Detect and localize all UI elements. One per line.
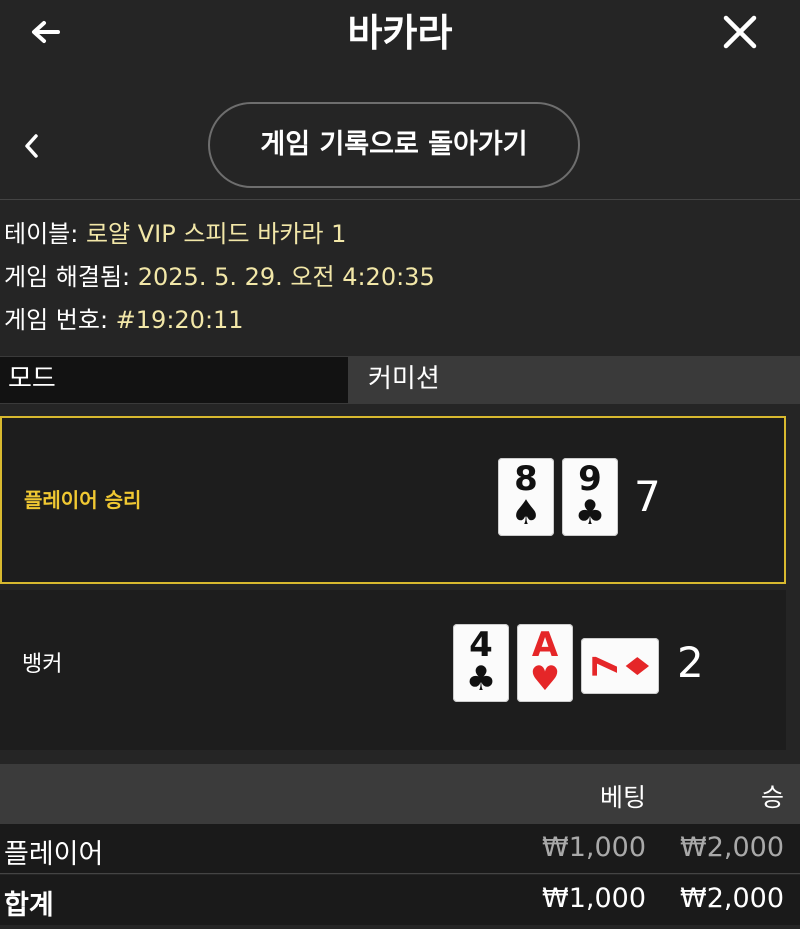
game-number-label: 게임 번호: bbox=[4, 306, 116, 334]
player-card-1: 8 ♠ bbox=[498, 458, 554, 536]
win-column-header: 승 bbox=[760, 783, 784, 812]
bet-amount: ₩1,000 bbox=[542, 832, 646, 863]
table-row: 플레이어 ₩1,000 ₩2,000 bbox=[0, 824, 800, 874]
header-bar: 바카라 bbox=[0, 0, 800, 68]
resolved-time-info: 게임 해결됨: 2025. 5. 29. 오전 4:20:35 bbox=[4, 262, 435, 292]
mode-value: 커미션 bbox=[348, 357, 800, 403]
previous-button[interactable] bbox=[16, 126, 48, 166]
back-to-history-button[interactable]: 게임 기록으로 돌아가기 bbox=[208, 102, 580, 188]
bet-row-label: 플레이어 bbox=[4, 839, 104, 870]
banker-card-2: A ♥ bbox=[517, 624, 573, 702]
total-label: 합계 bbox=[4, 890, 54, 921]
table-info: 테이블: 로얄 VIP 스피드 바카라 1 bbox=[4, 219, 346, 249]
table-value: 로얄 VIP 스피드 바카라 1 bbox=[85, 220, 347, 248]
chevron-left-icon bbox=[25, 134, 38, 158]
win-amount: ₩2,000 bbox=[680, 832, 784, 863]
diamond-icon: ♦ bbox=[619, 651, 657, 681]
player-card-2: 9 ♣ bbox=[562, 458, 618, 536]
table-label: 테이블: bbox=[4, 220, 86, 248]
player-result-label: 플레이어 승리 bbox=[24, 488, 142, 512]
banker-card-3-rotated: 7 ♦ bbox=[581, 638, 659, 694]
banker-score: 2 bbox=[677, 638, 704, 687]
close-button[interactable] bbox=[716, 8, 764, 56]
total-win-amount: ₩2,000 bbox=[680, 883, 784, 914]
sub-navigation: 게임 기록으로 돌아가기 bbox=[0, 96, 800, 200]
club-icon: ♣ bbox=[574, 493, 606, 533]
player-result-panel: 플레이어 승리 8 ♠ 9 ♣ 7 bbox=[0, 416, 786, 584]
game-number-value: #19:20:11 bbox=[115, 306, 244, 334]
close-icon bbox=[723, 15, 757, 49]
banker-result-label: 뱅커 bbox=[22, 652, 63, 677]
heart-icon: ♥ bbox=[529, 659, 561, 699]
mode-row: 모드 커미션 bbox=[0, 356, 800, 404]
spade-icon: ♠ bbox=[510, 493, 542, 533]
table-row-total: 합계 ₩1,000 ₩2,000 bbox=[0, 875, 800, 925]
club-icon: ♣ bbox=[465, 659, 497, 699]
page-title: 바카라 bbox=[347, 11, 453, 55]
resolved-time-value: 2025. 5. 29. 오전 4:20:35 bbox=[137, 263, 435, 291]
game-number-info: 게임 번호: #19:20:11 bbox=[4, 305, 244, 335]
resolved-time-label: 게임 해결됨: bbox=[4, 263, 138, 291]
banker-result-panel: 뱅커 4 ♣ A ♥ 7 ♦ 2 bbox=[0, 590, 786, 750]
total-bet-amount: ₩1,000 bbox=[542, 883, 646, 914]
mode-label: 모드 bbox=[0, 357, 348, 403]
banker-card-1: 4 ♣ bbox=[453, 624, 509, 702]
player-score: 7 bbox=[634, 472, 661, 521]
bet-column-header: 베팅 bbox=[599, 783, 646, 812]
bets-table-header: 베팅 승 bbox=[0, 764, 800, 824]
